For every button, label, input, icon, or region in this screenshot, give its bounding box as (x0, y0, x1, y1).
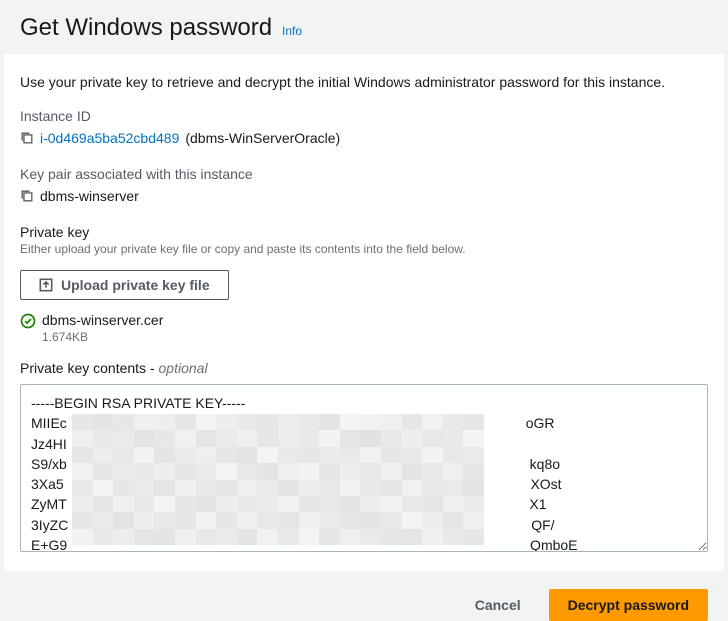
info-link[interactable]: Info (282, 24, 302, 38)
success-check-icon (20, 313, 36, 329)
upload-private-key-button[interactable]: Upload private key file (20, 270, 229, 300)
uploaded-file-name: dbms-winserver.cer (42, 312, 163, 328)
description-text: Use your private key to retrieve and dec… (20, 74, 708, 90)
main-panel: Use your private key to retrieve and dec… (4, 54, 724, 571)
uploaded-file-size: 1.674KB (42, 330, 163, 344)
instance-id-row: i-0d469a5ba52cbd489 (dbms-WinServerOracl… (20, 130, 708, 146)
copy-icon[interactable] (20, 189, 34, 203)
upload-button-label: Upload private key file (61, 277, 210, 293)
private-key-label: Private key (20, 224, 708, 240)
footer-actions: Cancel Decrypt password (0, 571, 728, 621)
private-key-textarea[interactable] (20, 384, 708, 552)
instance-name-text: (dbms-WinServerOracle) (185, 130, 340, 146)
private-key-help-text: Either upload your private key file or c… (20, 242, 708, 256)
keypair-name-text: dbms-winserver (40, 188, 139, 204)
instance-id-link[interactable]: i-0d469a5ba52cbd489 (40, 130, 179, 146)
upload-icon (39, 278, 53, 292)
instance-id-label: Instance ID (20, 108, 708, 124)
decrypt-password-button[interactable]: Decrypt password (549, 589, 708, 621)
keypair-row: dbms-winserver (20, 188, 708, 204)
private-key-contents-label: Private key contents - optional (20, 360, 708, 376)
copy-icon[interactable] (20, 131, 34, 145)
keypair-label: Key pair associated with this instance (20, 166, 708, 182)
page-title: Get Windows password (20, 14, 272, 41)
cancel-button[interactable]: Cancel (461, 589, 535, 621)
uploaded-file-status: dbms-winserver.cer 1.674KB (20, 312, 708, 344)
